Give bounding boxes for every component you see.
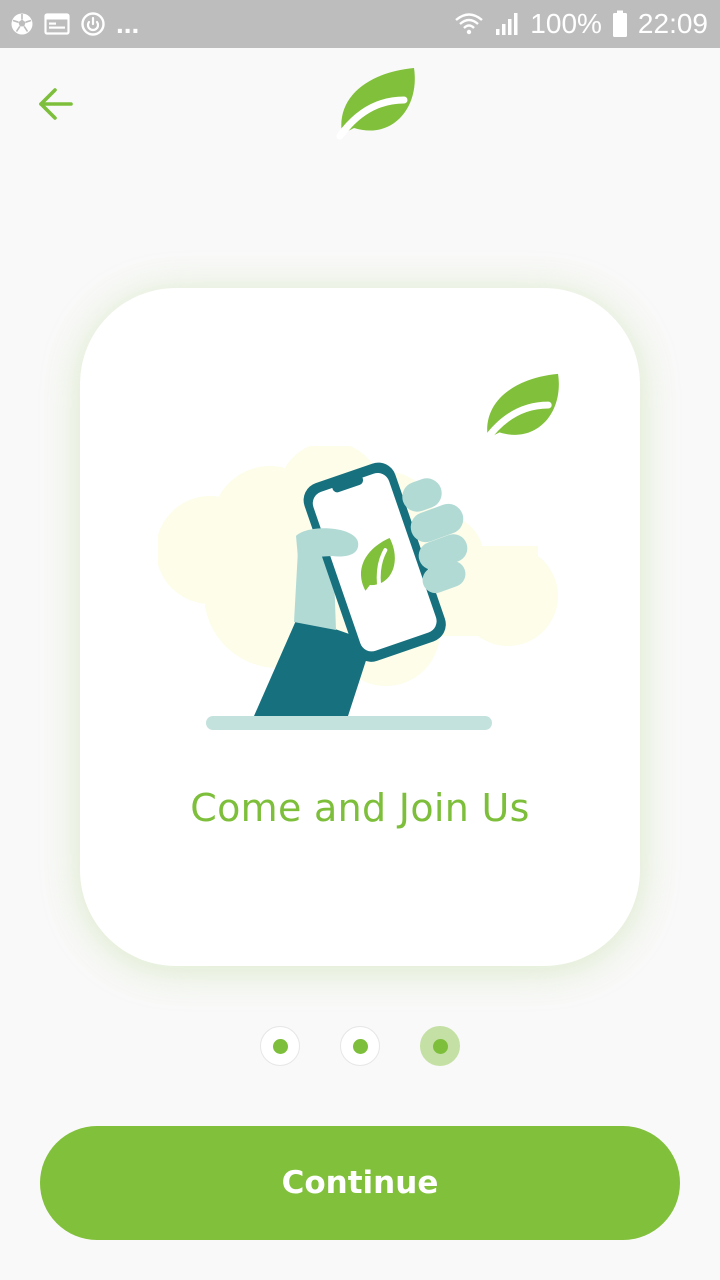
pagination-dot-1[interactable] (260, 1026, 300, 1066)
pagination-dot-2[interactable] (340, 1026, 380, 1066)
battery-icon (612, 0, 628, 48)
status-bar-right: 100% 22:09 (454, 0, 708, 48)
leaf-logo-icon (336, 68, 415, 140)
pagination-dots (0, 1024, 720, 1068)
soccer-ball-icon (10, 0, 34, 48)
signal-icon (494, 0, 520, 48)
status-bar: ... 100% 22:09 (0, 0, 720, 48)
battery-percent: 100% (530, 8, 602, 39)
onboarding-card: Come and Join Us (80, 288, 640, 966)
dot-core (432, 1038, 448, 1054)
dot-core (272, 1038, 288, 1054)
dot-core (352, 1038, 368, 1054)
arrow-left-icon (39, 88, 73, 120)
continue-button[interactable]: Continue (40, 1126, 680, 1240)
wifi-icon (454, 0, 484, 48)
status-overflow: ... (116, 8, 140, 39)
power-circle-icon (80, 0, 106, 48)
calendar-icon (44, 0, 70, 48)
status-bar-left: ... (10, 0, 139, 48)
clock: 22:09 (637, 8, 708, 39)
pagination-dot-3-active[interactable] (420, 1026, 460, 1066)
leaf-icon (482, 373, 559, 444)
hand-holding-phone-illustration (158, 446, 558, 730)
slide-title: Come and Join Us (190, 786, 530, 830)
back-button[interactable] (28, 80, 84, 128)
